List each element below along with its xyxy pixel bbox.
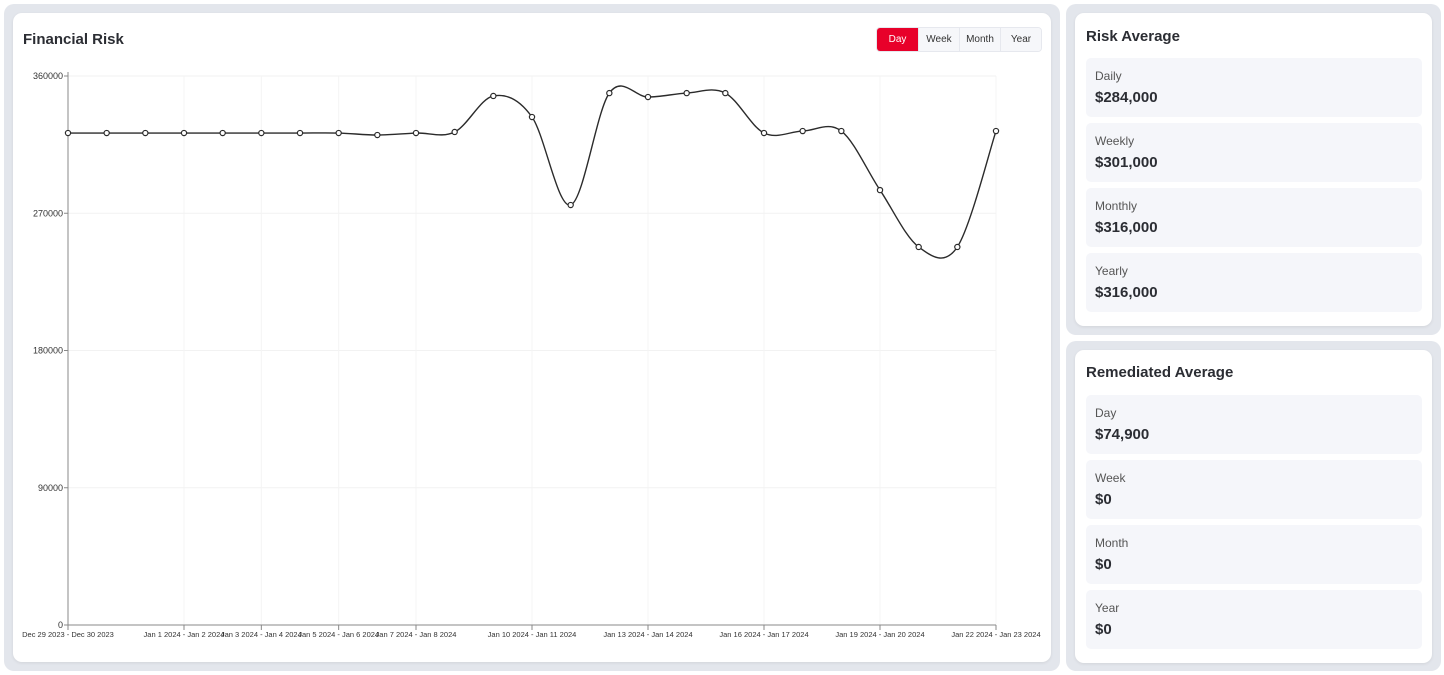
data-point: [644, 93, 652, 101]
data-point: [838, 127, 845, 135]
data-point: [64, 129, 72, 137]
y-tick-label: 180000: [33, 346, 63, 356]
remediated-day-stat: Day $74,900: [1086, 395, 1422, 454]
data-point: [683, 89, 690, 97]
data-point: [219, 129, 226, 137]
data-point: [528, 113, 536, 121]
stat-label: Year: [1095, 601, 1120, 615]
x-tick-label: Jan 19 2024 - Jan 20 2024: [835, 630, 924, 639]
financial-risk-chart: 0 90000 180000 270000 360000 Dec 29 2023 - De…: [22, 71, 1040, 639]
stat-value: $301,000: [1095, 154, 1158, 171]
x-tick-label: Jan 5 2024 - Jan 6 2024: [298, 630, 379, 639]
risk-average-title: Risk Average: [1086, 28, 1180, 45]
x-tick-label: Jan 16 2024 - Jan 17 2024: [719, 630, 808, 639]
y-tick-label: 90000: [38, 483, 63, 493]
risk-yearly-stat: Yearly $316,000: [1086, 253, 1422, 312]
y-tick-label: 0: [58, 620, 63, 630]
stat-value: $284,000: [1095, 89, 1158, 106]
risk-weekly-stat: Weekly $301,000: [1086, 123, 1422, 182]
risk-monthly-stat: Monthly $316,000: [1086, 188, 1422, 247]
data-point: [412, 129, 420, 137]
data-point: [722, 89, 729, 97]
data-point: [258, 129, 265, 137]
stat-value: $316,000: [1095, 284, 1158, 301]
stat-label: Yearly: [1095, 264, 1128, 278]
data-point: [296, 129, 304, 137]
stat-label: Day: [1095, 406, 1117, 420]
remediated-average-title: Remediated Average: [1086, 364, 1234, 381]
data-point: [954, 243, 961, 251]
remediated-year-stat: Year $0: [1086, 590, 1422, 649]
remediated-average-card: Remediated Average Day $74,900 Week $0 Mon…: [1075, 350, 1432, 663]
y-tick-label: 270000: [33, 208, 63, 218]
x-tick-label: Jan 22 2024 - Jan 23 2024: [951, 630, 1040, 639]
x-tick-label: Jan 13 2024 - Jan 14 2024: [603, 630, 692, 639]
data-point: [567, 201, 574, 209]
x-tick-label: Dec 29 2023 - Dec 30 2023: [22, 630, 114, 639]
stat-label: Month: [1095, 536, 1129, 550]
data-point: [103, 129, 110, 137]
data-point: [451, 128, 458, 136]
data-point: [335, 129, 342, 137]
data-point: [799, 127, 806, 135]
data-point: [606, 89, 613, 97]
stat-value: $316,000: [1095, 219, 1158, 236]
x-tick-label: Jan 3 2024 - Jan 4 2024: [221, 630, 302, 639]
data-point: [374, 131, 381, 139]
x-tick-label: Jan 1 2024 - Jan 2 2024: [144, 630, 225, 639]
data-point: [915, 243, 922, 251]
x-tick-label: Jan 7 2024 - Jan 8 2024: [376, 630, 457, 639]
y-tick-label: 360000: [33, 71, 63, 81]
stat-label: Daily: [1095, 69, 1122, 83]
stat-value: $0: [1095, 491, 1112, 508]
data-point: [180, 129, 188, 137]
risk-average-card: Risk Average Daily $284,000 Weekly $301,00…: [1075, 13, 1432, 326]
data-point: [142, 129, 149, 137]
data-point: [876, 186, 884, 194]
stat-value: $0: [1095, 556, 1112, 573]
remediated-week-stat: Week $0: [1086, 460, 1422, 519]
stat-label: Monthly: [1095, 199, 1138, 213]
stat-label: Weekly: [1095, 134, 1135, 148]
data-point: [490, 92, 497, 100]
x-tick-label: Jan 10 2024 - Jan 11 2024: [488, 630, 577, 639]
remediated-month-stat: Month $0: [1086, 525, 1422, 584]
data-point: [992, 127, 1000, 135]
stat-value: $0: [1095, 621, 1112, 638]
risk-daily-stat: Daily $284,000: [1086, 58, 1422, 117]
data-point: [760, 129, 768, 137]
stat-value: $74,900: [1095, 426, 1150, 443]
stat-label: Week: [1095, 471, 1126, 485]
